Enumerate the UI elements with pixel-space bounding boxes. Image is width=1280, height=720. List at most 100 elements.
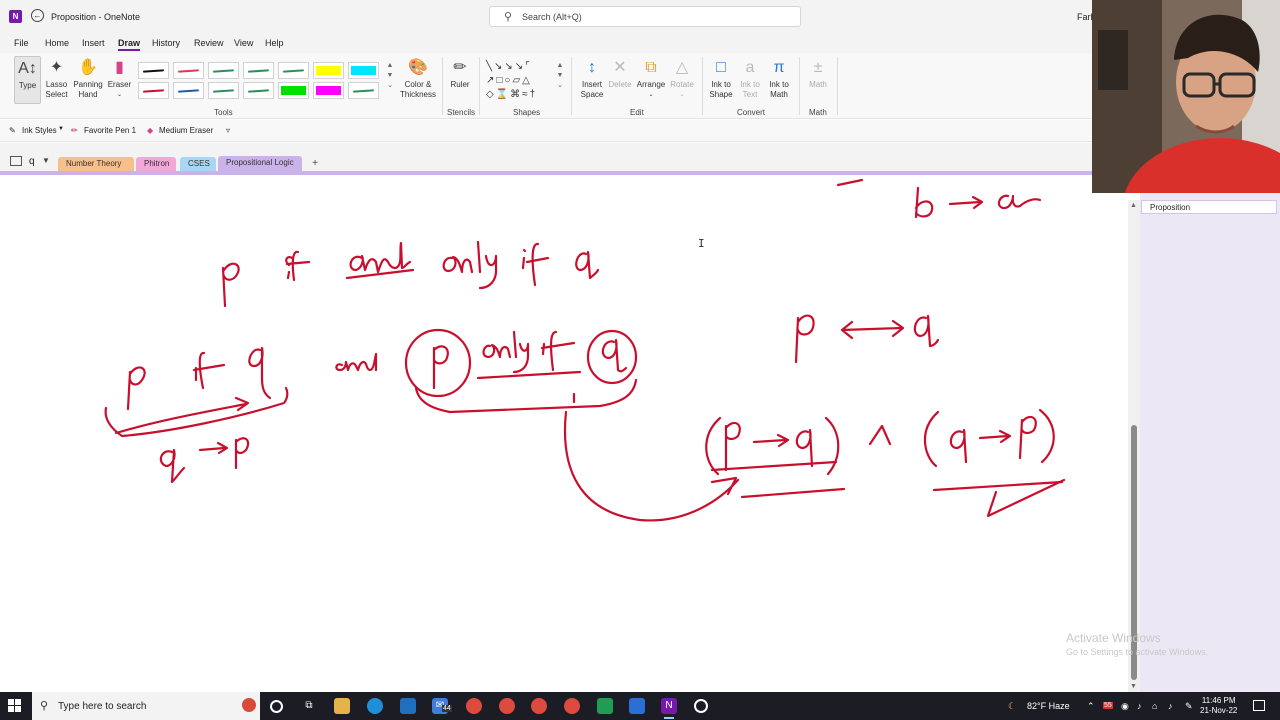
pen-swatch[interactable] — [313, 62, 344, 79]
favorite-pen-button[interactable]: Favorite Pen 1 — [84, 126, 136, 135]
excel-icon[interactable] — [597, 698, 613, 714]
chrome-icon[interactable] — [499, 698, 515, 714]
back-button[interactable]: ← — [31, 9, 44, 22]
tab-cses[interactable]: CSES — [180, 157, 216, 171]
pen-gallery-scroll-icon[interactable]: ▲ ▼ ⌄ — [386, 61, 394, 91]
menu-history[interactable]: History — [152, 38, 180, 48]
windows-start-icon[interactable] — [8, 699, 22, 713]
section-tabs-bar: q ▼ Number Theory Phitron CSES Propositi… — [0, 143, 1092, 171]
ink-underline-5 — [932, 480, 1064, 492]
insert-space-button[interactable]: ↕ Insert Space — [578, 58, 606, 100]
rotate-button[interactable]: △ Rotate ⌄ — [669, 58, 695, 100]
shapes-gallery[interactable]: ╲↘↘↘⌜ ↗□○▱△ ◇⌛⌘≈† — [486, 60, 556, 102]
weather-text[interactable]: 82°F Haze — [1027, 701, 1070, 711]
mail-badge: 44 — [442, 705, 452, 712]
lasso-select-button[interactable]: ✦ Lasso Select — [43, 58, 70, 100]
taskbar-clock[interactable]: 11:46 PM 21-Nov-22 — [1200, 696, 1237, 716]
taskbar-search-box[interactable]: ⚲ Type here to search — [32, 692, 260, 720]
page-canvas[interactable]: I — [0, 175, 1128, 692]
color-thickness-button[interactable]: 🎨 Color & Thickness — [398, 58, 438, 100]
pen-icon[interactable]: ✎ — [1185, 701, 1193, 712]
chrome-icon[interactable] — [564, 698, 580, 714]
pen-swatch[interactable] — [208, 82, 239, 99]
menu-home[interactable]: Home — [45, 38, 69, 48]
tab-propositional-logic[interactable]: Propositional Logic — [218, 156, 302, 171]
scroll-up-icon[interactable]: ▲ — [1130, 202, 1137, 209]
pen-swatch[interactable] — [208, 62, 239, 79]
pen-swatch[interactable] — [278, 82, 309, 99]
search-highlight-icon — [242, 698, 256, 712]
ruler-button[interactable]: ✏ Ruler — [448, 58, 472, 90]
insert-space-label: Insert Space — [580, 80, 604, 99]
vertical-scrollbar[interactable]: ▲ ▼ — [1128, 200, 1140, 692]
pen-swatch[interactable] — [243, 82, 274, 99]
scroll-down-icon[interactable]: ▼ — [1130, 683, 1137, 690]
medium-eraser-button[interactable]: Medium Eraser — [159, 126, 213, 135]
ink-to-shape-button[interactable]: □ Ink to Shape — [708, 58, 734, 100]
pen-swatch[interactable] — [348, 82, 379, 99]
pen-stroke-preview — [247, 69, 270, 73]
pen-swatch[interactable] — [243, 62, 274, 79]
page-item-proposition[interactable]: Proposition — [1141, 200, 1277, 214]
app-icon[interactable] — [629, 698, 645, 714]
ruler-icon: ✏ — [453, 59, 467, 76]
tab-phitron[interactable]: Phitron — [136, 157, 176, 171]
edge-icon[interactable] — [367, 698, 383, 714]
add-section-button[interactable]: + — [305, 158, 325, 171]
chrome-icon[interactable] — [531, 698, 547, 714]
ink-styles-dropdown[interactable]: Ink Styles — [22, 126, 57, 135]
network-icon[interactable]: ◉ — [1121, 701, 1129, 712]
pen-swatch[interactable] — [173, 62, 204, 79]
search-box[interactable]: ⚲ Search (Alt+Q) — [489, 6, 801, 27]
tab-number-theory[interactable]: Number Theory — [58, 157, 134, 171]
pen-swatch[interactable] — [348, 62, 379, 79]
store-icon[interactable] — [400, 698, 416, 714]
pen-swatch[interactable] — [138, 62, 169, 79]
wifi-icon[interactable]: ⌂ — [1152, 701, 1157, 711]
pen-swatch[interactable] — [278, 62, 309, 79]
menu-file[interactable]: File — [14, 38, 29, 48]
ink-if-4 — [540, 330, 576, 372]
pen-stroke-preview — [177, 89, 200, 93]
menu-help[interactable]: Help — [265, 38, 284, 48]
eraser-button[interactable]: ▮ Eraser ⌄ — [106, 58, 133, 100]
shapes-scroll-icon[interactable]: ▲ ▼ ⌄ — [556, 61, 564, 91]
pen-stroke-preview — [247, 89, 270, 93]
onenote-taskbar-icon[interactable]: N — [661, 698, 677, 719]
tray-chevron-icon[interactable]: ⌃ — [1087, 701, 1095, 712]
ink-to-math-button[interactable]: π Ink to Math — [766, 58, 792, 100]
notebook-icon[interactable] — [10, 156, 22, 166]
notebook-dropdown-icon[interactable]: ▼ — [42, 156, 50, 165]
ink-to-text-button[interactable]: a Ink to Text — [737, 58, 763, 100]
volume-icon[interactable]: ♪ — [1168, 701, 1173, 711]
pen-swatch[interactable] — [138, 82, 169, 99]
microphone-icon[interactable]: ♪ — [1137, 701, 1142, 711]
notebook-name[interactable]: q — [29, 156, 35, 167]
pen-swatch[interactable] — [313, 82, 344, 99]
ink-if-1 — [285, 250, 311, 282]
menu-view[interactable]: View — [234, 38, 253, 48]
notification-icon[interactable] — [1253, 700, 1265, 711]
menu-review[interactable]: Review — [194, 38, 224, 48]
webcam-overlay — [1092, 0, 1280, 193]
ink-b — [914, 186, 934, 219]
customize-toolbar-icon[interactable]: ▿ — [226, 126, 230, 135]
panning-hand-button[interactable]: ✋ Panning Hand — [72, 58, 104, 100]
type-button[interactable]: A↕ Type — [14, 56, 41, 104]
clock-app-icon[interactable] — [694, 699, 708, 713]
antivirus-badge[interactable]: 55 — [1103, 702, 1113, 709]
ribbon-separator — [799, 57, 800, 115]
medium-eraser-icon: ◆ — [147, 126, 154, 135]
pen-swatch[interactable] — [173, 82, 204, 99]
chrome-icon[interactable] — [466, 698, 482, 714]
menu-draw[interactable]: Draw — [118, 38, 141, 51]
cortana-icon[interactable] — [270, 700, 283, 713]
ribbon: A↕ Type ✦ Lasso Select ✋ Panning Hand ▮ … — [0, 53, 1092, 119]
delete-button[interactable]: ✕ Delete — [607, 58, 633, 90]
arrange-button[interactable]: ⧉ Arrange ⌄ — [636, 58, 666, 100]
menu-insert[interactable]: Insert — [82, 38, 105, 48]
file-explorer-icon[interactable] — [334, 698, 350, 714]
favorite-pen-icon: ✏ — [71, 126, 78, 135]
task-view-icon[interactable]: ⧉ — [301, 698, 317, 714]
math-button[interactable]: ± Math — [806, 58, 830, 90]
